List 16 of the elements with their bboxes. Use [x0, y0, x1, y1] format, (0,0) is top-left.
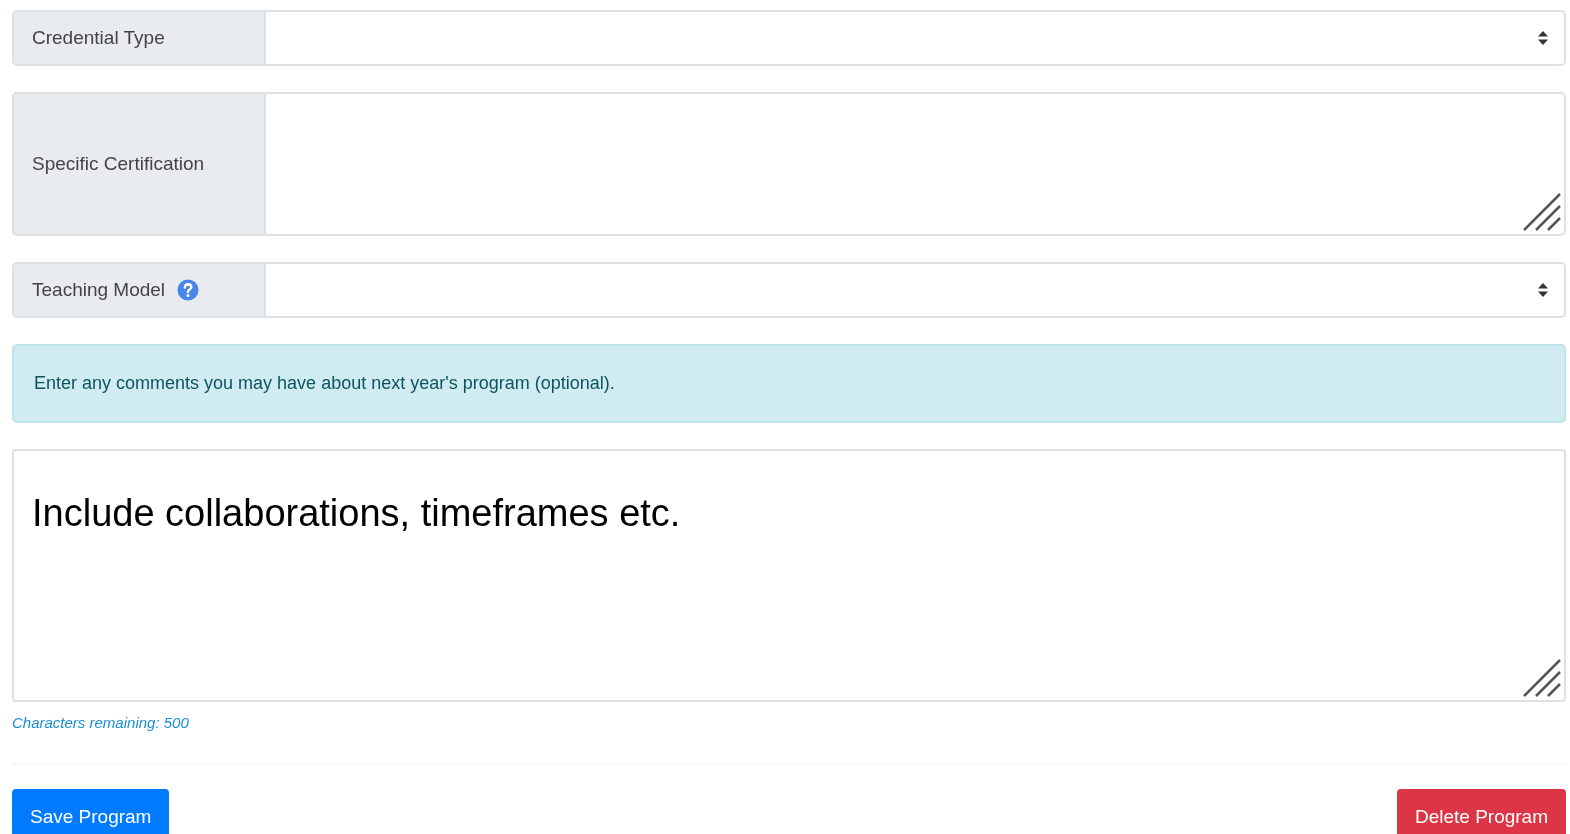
characters-remaining: Characters remaining: 500 [12, 713, 189, 733]
help-icon[interactable] [177, 279, 200, 301]
field-label: Specific Certification [32, 151, 205, 176]
comments-field[interactable]: Include collaborations, timeframes etc. [12, 449, 1566, 702]
sort-arrows-icon [1538, 283, 1548, 297]
field-label: Teaching Model [32, 277, 166, 302]
sort-arrows-icon [1538, 31, 1548, 45]
resize-handle-icon [1522, 658, 1562, 698]
text-area[interactable] [266, 92, 1566, 236]
info-message: Enter any comments you may have about next year's program (optional). [12, 344, 1566, 423]
select-field[interactable] [266, 262, 1566, 318]
field-label: Credential Type [32, 25, 165, 50]
delete-button[interactable]: Delete Program [1396, 788, 1566, 834]
save-button[interactable]: Save Program [12, 788, 170, 834]
resize-handle-icon [1522, 192, 1562, 232]
select-field[interactable] [266, 10, 1566, 66]
